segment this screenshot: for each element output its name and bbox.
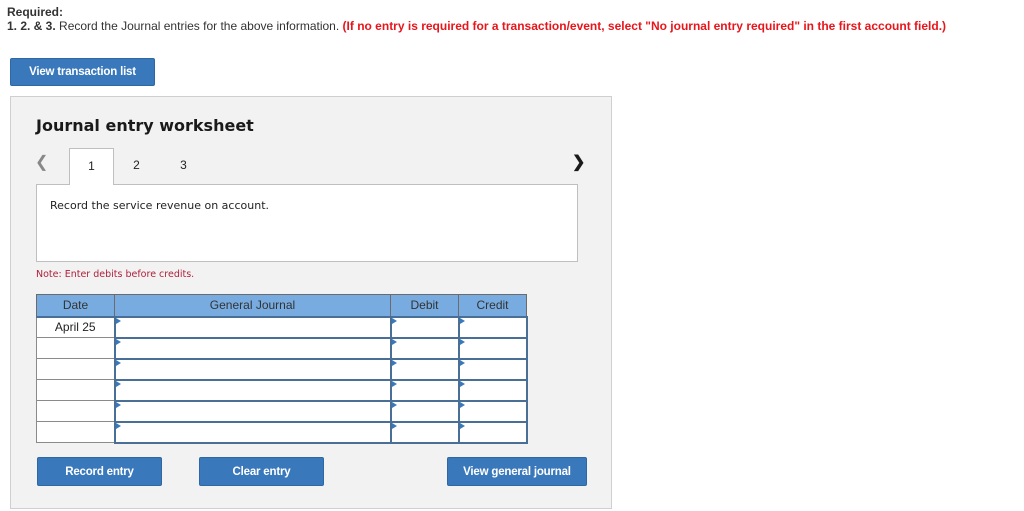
chevron-right-icon[interactable]: ❯ bbox=[572, 152, 585, 172]
account-input[interactable] bbox=[113, 399, 392, 423]
table-row bbox=[36, 336, 528, 360]
tab-1[interactable]: 1 bbox=[69, 148, 114, 185]
account-input[interactable] bbox=[113, 378, 392, 402]
date-cell[interactable] bbox=[36, 421, 115, 443]
debit-input[interactable] bbox=[389, 420, 460, 444]
table-row bbox=[36, 378, 528, 402]
transaction-description-box: Record the service revenue on account. bbox=[36, 184, 578, 262]
date-cell[interactable] bbox=[36, 400, 115, 422]
column-header-debit: Debit bbox=[390, 294, 459, 318]
column-header-credit: Credit bbox=[458, 294, 527, 318]
instruction-text: Record the Journal entries for the above… bbox=[55, 19, 343, 33]
tab-label: 1 bbox=[88, 159, 95, 173]
table-row bbox=[36, 420, 528, 444]
record-entry-button[interactable]: Record entry bbox=[37, 457, 162, 486]
clear-entry-button[interactable]: Clear entry bbox=[199, 457, 324, 486]
credit-input[interactable] bbox=[457, 336, 528, 360]
column-header-date: Date bbox=[36, 294, 115, 318]
credit-input[interactable] bbox=[457, 315, 528, 339]
table-row bbox=[36, 399, 528, 423]
instruction-warning: (If no entry is required for a transacti… bbox=[342, 19, 947, 33]
account-input[interactable] bbox=[113, 315, 392, 339]
journal-entry-worksheet: Journal entry worksheet ❮ 1 2 3 ❯ Record… bbox=[10, 96, 612, 509]
date-cell[interactable] bbox=[36, 358, 115, 380]
credit-input[interactable] bbox=[457, 399, 528, 423]
date-cell: April 25 bbox=[36, 316, 115, 338]
debit-input[interactable] bbox=[389, 357, 460, 381]
account-input[interactable] bbox=[113, 336, 392, 360]
tab-label: 3 bbox=[180, 158, 187, 172]
debit-input[interactable] bbox=[389, 399, 460, 423]
tab-2[interactable]: 2 bbox=[114, 148, 159, 185]
view-general-journal-button[interactable]: View general journal bbox=[447, 457, 587, 486]
required-label: Required: bbox=[7, 5, 64, 19]
worksheet-title: Journal entry worksheet bbox=[36, 116, 254, 135]
credit-input[interactable] bbox=[457, 378, 528, 402]
credit-input[interactable] bbox=[457, 420, 528, 444]
account-input[interactable] bbox=[113, 357, 392, 381]
table-row: April 25 bbox=[36, 315, 528, 339]
instruction-numbers: 1. 2. & 3. bbox=[7, 19, 56, 33]
date-cell[interactable] bbox=[36, 337, 115, 359]
chevron-left-icon[interactable]: ❮ bbox=[35, 152, 48, 172]
table-row bbox=[36, 357, 528, 381]
column-header-general-journal: General Journal bbox=[114, 294, 391, 318]
debit-input[interactable] bbox=[389, 315, 460, 339]
date-cell[interactable] bbox=[36, 379, 115, 401]
tab-3[interactable]: 3 bbox=[161, 148, 206, 185]
journal-table: Date General Journal Debit Credit April … bbox=[36, 294, 528, 444]
instructions-line: 1. 2. & 3. Record the Journal entries fo… bbox=[7, 19, 946, 33]
tab-label: 2 bbox=[133, 158, 140, 172]
debit-credit-note: Note: Enter debits before credits. bbox=[36, 269, 195, 280]
view-transaction-list-button[interactable]: View transaction list bbox=[10, 58, 155, 86]
debit-input[interactable] bbox=[389, 336, 460, 360]
debit-input[interactable] bbox=[389, 378, 460, 402]
instructions-block: Required: 1. 2. & 3. Record the Journal … bbox=[7, 5, 946, 33]
account-input[interactable] bbox=[113, 420, 392, 444]
journal-header-row: Date General Journal Debit Credit bbox=[36, 294, 527, 318]
transaction-description: Record the service revenue on account. bbox=[50, 199, 270, 212]
credit-input[interactable] bbox=[457, 357, 528, 381]
